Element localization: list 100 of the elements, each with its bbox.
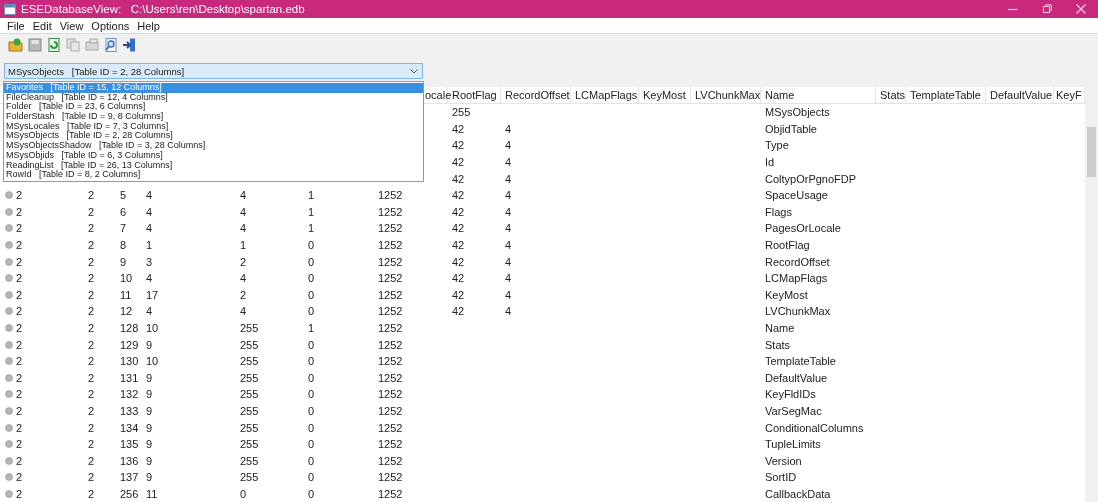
table-cell: Id	[765, 156, 775, 169]
table-cell: 42	[452, 172, 465, 185]
table-dropdown[interactable]: MSysObjects [Table ID = 2, 28 Columns]	[4, 63, 423, 79]
scrollbar-thumb[interactable]	[1087, 127, 1096, 177]
table-cell: 4	[505, 222, 512, 235]
table-cell: 2	[16, 255, 23, 268]
table-cell: 1252	[378, 388, 403, 401]
table-cell: 42	[452, 288, 465, 301]
close-icon[interactable]	[1074, 4, 1088, 14]
menu-item[interactable]: Options	[87, 19, 134, 32]
vertical-scrollbar[interactable]	[1085, 87, 1098, 502]
column-header[interactable]: Stats	[876, 87, 906, 103]
table-cell: 4	[505, 288, 512, 301]
dropdown-option[interactable]: Folder [Table ID = 23, 6 Columns]	[4, 102, 423, 113]
table-cell: 42	[452, 272, 465, 285]
menu-item[interactable]: View	[55, 19, 88, 32]
column-header[interactable]: Name	[761, 87, 876, 103]
dropdown-option[interactable]: MSysLocales [Table ID = 7, 3 Columns]	[4, 121, 423, 132]
table-cell: 255	[240, 405, 259, 417]
table-cell: 0	[240, 487, 247, 500]
sheet-icon[interactable]	[46, 36, 62, 53]
table-cell: 1252	[378, 405, 403, 417]
table-cell: 255	[240, 322, 259, 334]
table-cell: 1	[308, 322, 315, 334]
column-header[interactable]: DefaultValue	[986, 87, 1054, 103]
exit-icon[interactable]	[122, 36, 138, 53]
table-cell: 4	[240, 305, 247, 318]
table-cell: 131	[120, 371, 139, 384]
table-cell: 11	[146, 487, 158, 500]
table-cell: 256	[120, 487, 139, 500]
search-icon[interactable]	[103, 36, 119, 53]
table-cell: VarSegMac	[765, 405, 822, 417]
column-header[interactable]: LVChunkMax	[691, 87, 761, 103]
dropdown-option[interactable]: ReadingList [Table ID = 26, 13 Columns]	[4, 160, 423, 171]
menu-item[interactable]: Edit	[28, 19, 56, 32]
dropdown-option[interactable]: MSysObjectsShadow [Table ID = 3, 28 Columns]	[4, 141, 423, 151]
table-cell: 2	[88, 438, 95, 451]
column-header[interactable]: TemplateTable	[906, 87, 986, 103]
table-cell: 3	[146, 255, 153, 268]
column-header[interactable]: RecordOffset	[501, 87, 571, 103]
table-cell: 2	[16, 239, 23, 252]
table-cell: RecordOffset	[765, 255, 830, 268]
table-cell: Name	[765, 322, 795, 334]
table-cell: 2	[88, 487, 95, 500]
table-cell: 4	[146, 305, 153, 318]
table-cell: 2	[16, 487, 23, 500]
table-cell: 135	[120, 438, 139, 451]
window-title: ESEDatabaseView: C:\Users\ren\Desktop\spartan.edb	[21, 3, 306, 15]
table-cell: 9	[120, 255, 127, 268]
table-cell: 2	[16, 288, 23, 301]
table-cell: 42	[452, 305, 465, 318]
menu-item[interactable]: File	[3, 19, 29, 32]
table-cell: 2	[16, 189, 23, 202]
table-cell: 4	[146, 189, 153, 202]
table-cell: ObjidTable	[765, 122, 817, 135]
dropdown-option[interactable]: MSysObjects [Table ID = 2, 28 Columns]	[4, 131, 423, 142]
table-cell: 0	[308, 255, 315, 268]
restore-icon[interactable]	[1040, 4, 1054, 14]
dropdown-option[interactable]: RowId [Table ID = 8, 2 Columns]	[4, 170, 423, 180]
table-cell: 130	[120, 355, 139, 368]
table-cell: 0	[308, 239, 315, 252]
table-cell: 1252	[378, 454, 403, 467]
column-header[interactable]: KeyMost	[639, 87, 691, 103]
table-cell: 2	[16, 305, 23, 318]
table-cell: Flags	[765, 205, 792, 218]
table-cell: 255	[240, 471, 259, 484]
table-cell: SortID	[765, 471, 797, 484]
table-cell: 2	[88, 338, 95, 351]
table-cell: 42	[452, 239, 465, 252]
table-cell: 0	[308, 355, 315, 368]
dropdown-option[interactable]: FolderStash [Table ID = 9, 8 Columns]	[4, 112, 423, 122]
folder-icon[interactable]	[8, 36, 24, 53]
table-cell: 2	[88, 255, 95, 268]
table-cell: KeyMost	[765, 288, 808, 301]
table-cell: 2	[240, 288, 247, 301]
table-cell: 2	[88, 272, 95, 285]
table-cell: DefaultValue	[765, 371, 828, 384]
table-cell: 42	[452, 122, 465, 135]
table-cell: 2	[240, 255, 247, 268]
table-cell: 12	[120, 305, 133, 318]
dropdown-option[interactable]: MSysObjids [Table ID = 6, 3 Columns]	[4, 150, 423, 161]
table-cell: 2	[88, 471, 95, 484]
table-cell: 0	[308, 338, 315, 351]
column-header[interactable]: LCMapFlags	[571, 87, 639, 103]
table-cell: 2	[16, 205, 23, 218]
table-cell: 2	[16, 421, 23, 434]
table-cell: 11	[120, 288, 132, 301]
table-cell: 10	[120, 272, 133, 285]
table-cell: CallbackData	[765, 487, 831, 500]
table-cell: 8	[120, 239, 127, 252]
table-cell: 1252	[378, 205, 403, 218]
table-cell: 1	[308, 222, 315, 235]
table-cell: 0	[308, 471, 315, 484]
table-cell: 255	[240, 438, 259, 451]
table-cell: 255	[240, 355, 259, 368]
table-cell: 2	[88, 288, 95, 301]
table-cell: 1252	[378, 371, 403, 384]
menu-item[interactable]: Help	[133, 19, 164, 32]
table-cell: 42	[452, 156, 465, 169]
table-cell: 4	[240, 222, 247, 235]
